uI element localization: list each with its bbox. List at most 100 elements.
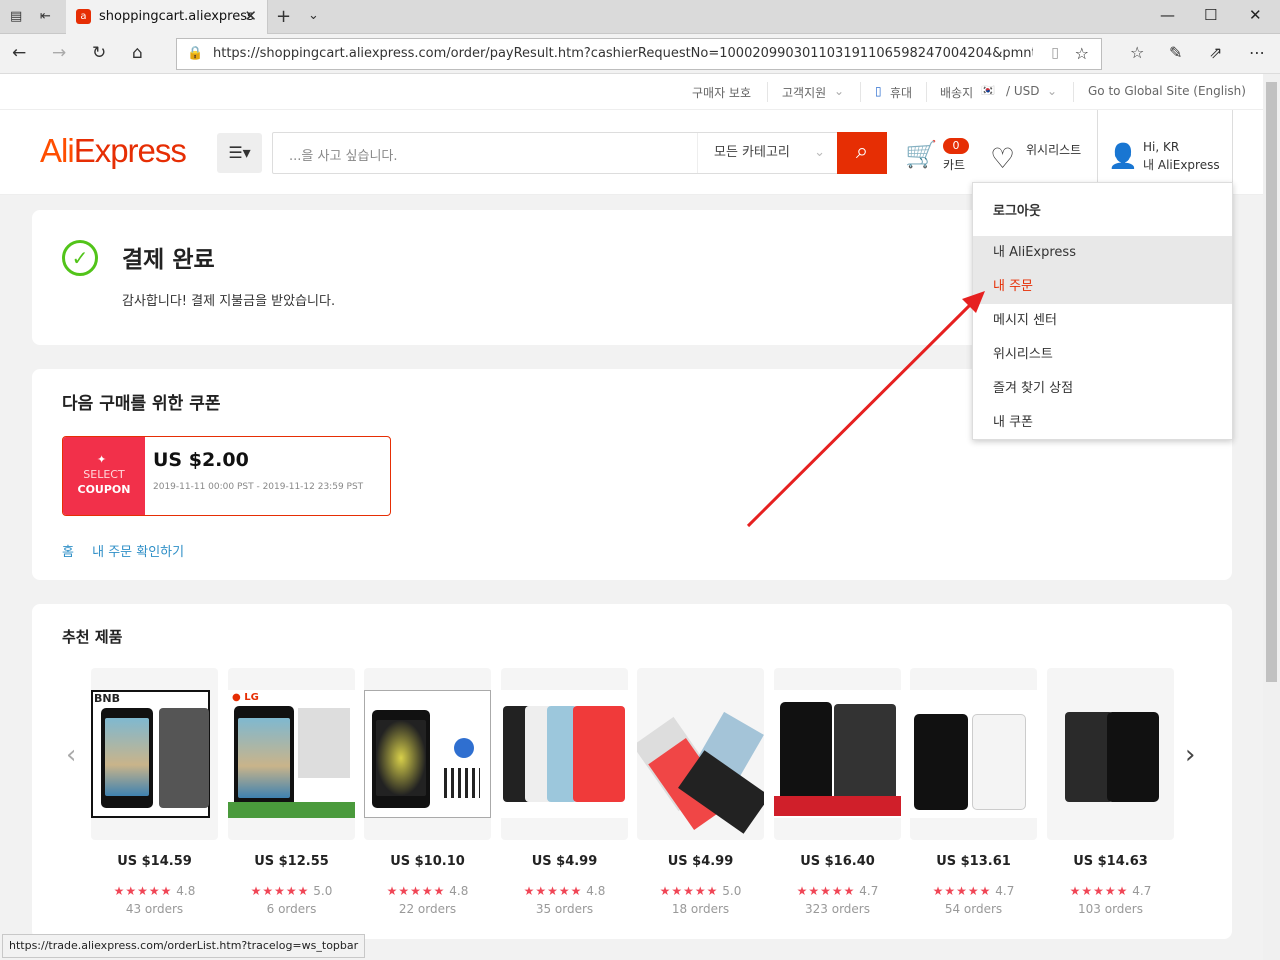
close-tab-icon[interactable]: ✕ <box>244 7 257 25</box>
carousel-prev-icon[interactable]: ‹ <box>66 740 76 770</box>
product-orders: 18 orders <box>671 902 730 916</box>
currency-label[interactable]: / USD <box>1006 84 1040 98</box>
maximize-icon[interactable]: ☐ <box>1204 6 1217 24</box>
refresh-icon[interactable]: ↻ <box>92 43 106 63</box>
global-site-link[interactable]: Go to Global Site (English) <box>1088 84 1246 98</box>
coupon-ticket[interactable]: ✦ SELECT COUPON US $2.00 2019-11-11 00:0… <box>62 436 391 516</box>
divider <box>1073 82 1074 102</box>
buyer-protection-link[interactable]: 구매자 보호 <box>692 84 751 101</box>
support-link[interactable]: 고객지원 <box>782 84 826 101</box>
browser-window: ▤ ⇤ a shoppingcart.aliexpress ✕ + ⌄ — ☐ … <box>0 0 1280 960</box>
rating-value: 5.0 <box>313 884 333 898</box>
product-rating: ★★★★★ 5.0 <box>637 884 764 898</box>
title-bar: ▤ ⇤ a shoppingcart.aliexpress ✕ + ⌄ — ☐ … <box>0 0 1280 34</box>
mobile-link[interactable]: 휴대 <box>890 84 912 101</box>
user-icon[interactable]: 👤 <box>1108 142 1138 170</box>
product-orders: 323 orders <box>805 902 870 916</box>
logout-link[interactable]: 로그아웃 <box>993 200 1041 219</box>
menu-item-my-coupons[interactable]: 내 쿠폰 <box>973 406 1232 440</box>
favorite-star-icon[interactable]: ☆ <box>1075 44 1089 63</box>
search-button[interactable]: ⌕ <box>837 132 887 174</box>
rating-value: 4.8 <box>449 884 469 898</box>
heart-icon[interactable]: ♡ <box>990 142 1015 175</box>
back-icon[interactable]: ← <box>12 43 26 63</box>
tab-actions-icon[interactable]: ▤ <box>10 9 22 24</box>
rating-value: 4.7 <box>859 884 879 898</box>
star-rating-icon: ★★★★★ <box>1069 884 1129 898</box>
rating-value: 4.7 <box>995 884 1015 898</box>
pen-icon[interactable]: ✎ <box>1169 43 1182 62</box>
lock-icon[interactable]: 🔒 <box>187 46 203 61</box>
product-image[interactable] <box>637 668 764 840</box>
scrollbar-thumb[interactable] <box>1266 82 1277 682</box>
more-icon[interactable]: ⋯ <box>1249 43 1265 62</box>
reading-view-icon[interactable]: ▯ <box>1051 45 1059 61</box>
product-image[interactable] <box>501 668 628 840</box>
product-image[interactable]: ● LG <box>228 668 355 840</box>
forward-icon[interactable]: → <box>52 43 66 63</box>
product-price: US $13.61 <box>936 854 1011 869</box>
browser-tab[interactable]: a shoppingcart.aliexpress ✕ <box>66 0 268 34</box>
category-select[interactable]: 모든 카테고리 ⌄ <box>697 133 837 173</box>
product-card[interactable]: US $4.99 ★★★★★ 4.8 35 orders <box>501 668 628 918</box>
carousel-next-icon[interactable]: › <box>1185 740 1195 770</box>
product-image[interactable] <box>774 668 901 840</box>
product-rating: ★★★★★ 4.8 <box>501 884 628 898</box>
product-image[interactable] <box>910 668 1037 840</box>
product-card[interactable]: US $16.40 ★★★★★ 4.7 323 orders <box>774 668 901 918</box>
share-icon[interactable]: ⇗ <box>1209 43 1222 62</box>
product-price: US $10.10 <box>390 854 465 869</box>
aliexpress-logo[interactable]: AliExpress <box>40 132 187 170</box>
cart-label[interactable]: 카트 <box>943 156 965 173</box>
divider <box>767 82 768 102</box>
logo-ali-text: Ali <box>40 132 75 169</box>
menu-item-wishlist[interactable]: 위시리스트 <box>973 338 1232 372</box>
close-window-icon[interactable]: ✕ <box>1249 6 1262 24</box>
product-rating: ★★★★★ 4.7 <box>910 884 1037 898</box>
url-text[interactable]: https://shoppingcart.aliexpress.com/orde… <box>213 46 1033 61</box>
wishlist-label[interactable]: 위시리스트 <box>1026 141 1081 158</box>
home-icon[interactable]: ⌂ <box>132 43 143 63</box>
coupon-select-label: SELECT <box>83 468 125 481</box>
check-circle-icon: ✓ <box>62 240 98 276</box>
category-menu-button[interactable]: ☰▾ <box>217 133 262 173</box>
ship-to-label[interactable]: 배송지 <box>940 84 973 101</box>
product-card[interactable]: ● LG US $12.55 ★★★★★ 5.0 6 orders <box>228 668 355 918</box>
my-aliexpress-link[interactable]: 내 AliExpress <box>1143 156 1220 173</box>
product-image[interactable] <box>1047 668 1174 840</box>
product-card[interactable]: US $14.63 ★★★★★ 4.7 103 orders <box>1047 668 1174 918</box>
search-input[interactable]: ...을 사고 싶습니다. <box>289 145 398 164</box>
product-price: US $4.99 <box>667 854 734 869</box>
menu-item-my-aliexpress[interactable]: 내 AliExpress <box>973 236 1232 270</box>
menu-item-favorite-stores[interactable]: 즐겨 찾기 상점 <box>973 372 1232 406</box>
minimize-icon[interactable]: — <box>1160 6 1175 24</box>
product-card[interactable]: US $4.99 ★★★★★ 5.0 18 orders <box>637 668 764 918</box>
chevron-down-icon: ⌄ <box>834 84 845 98</box>
product-image[interactable]: BNB <box>91 668 218 840</box>
aliexpress-favicon-icon: a <box>76 9 91 24</box>
menu-item-my-orders[interactable]: 내 주문 <box>973 270 1232 304</box>
new-tab-icon[interactable]: + <box>276 6 291 27</box>
address-bar[interactable]: 🔒 https://shoppingcart.aliexpress.com/or… <box>176 38 1102 70</box>
coupon-select-panel[interactable]: ✦ SELECT COUPON <box>63 437 145 515</box>
menu-item-message-center[interactable]: 메시지 센터 <box>973 304 1232 338</box>
scrollbar[interactable] <box>1263 74 1280 960</box>
product-price: US $12.55 <box>254 854 329 869</box>
tab-list-chevron-icon[interactable]: ⌄ <box>308 8 319 23</box>
korea-flag-icon[interactable]: 🇰🇷 <box>981 84 995 97</box>
cart-icon[interactable]: 🛒 <box>905 140 937 170</box>
product-price: US $4.99 <box>531 854 598 869</box>
product-card[interactable]: US $13.61 ★★★★★ 4.7 54 orders <box>910 668 1037 918</box>
home-link[interactable]: 홈 <box>62 545 74 560</box>
set-aside-tabs-icon[interactable]: ⇤ <box>40 9 51 24</box>
greeting: Hi, KR <box>1143 140 1180 154</box>
favorites-icon[interactable]: ☆ <box>1130 43 1144 62</box>
product-image[interactable] <box>364 668 491 840</box>
status-bar-url: https://trade.aliexpress.com/orderList.h… <box>2 934 366 958</box>
product-card[interactable]: BNB US $14.59 ★★★★★ 4.8 43 orders <box>91 668 218 918</box>
product-card[interactable]: US $10.10 ★★★★★ 4.8 22 orders <box>364 668 491 918</box>
page-links: 홈 내 주문 확인하기 <box>62 541 184 560</box>
check-orders-link[interactable]: 내 주문 확인하기 <box>92 545 184 560</box>
phone-icon[interactable]: ▯ <box>875 84 882 98</box>
site-topbar: 구매자 보호 고객지원 ⌄ ▯ 휴대 배송지 🇰🇷 / USD ⌄ Go to … <box>0 74 1263 110</box>
